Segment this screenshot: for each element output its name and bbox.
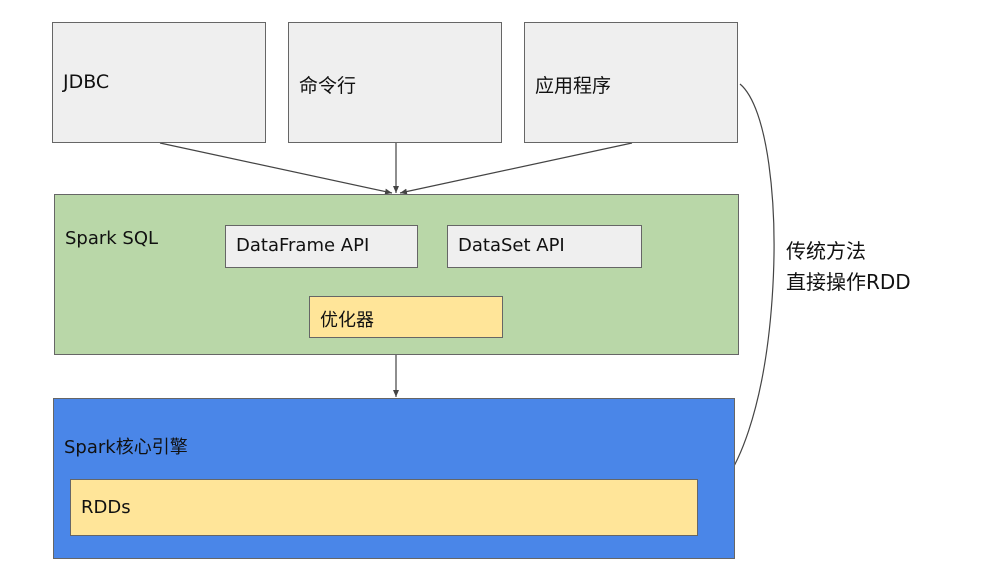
rdds-label: RDDs (81, 497, 131, 518)
dataset-api-box: DataSet API (447, 225, 642, 268)
client-box-application: 应用程序 (524, 22, 738, 143)
dataset-api-label: DataSet API (458, 235, 565, 256)
dataframe-api-label: DataFrame API (236, 235, 370, 256)
client-label-application: 应用程序 (535, 75, 612, 97)
client-label-jdbc: JDBC (63, 71, 110, 93)
spark-sql-layer: Spark SQL DataFrame API DataSet API 优化器 (54, 194, 739, 355)
direct-rdd-note-line2: 直接操作RDD (786, 270, 911, 294)
client-box-jdbc: JDBC (52, 22, 266, 143)
direct-rdd-note: 传统方法 直接操作RDD (786, 236, 911, 298)
arrow-app-to-spark-sql (399, 142, 633, 195)
spark-core-title: Spark核心引擎 (64, 437, 188, 458)
arrow-jdbc-to-spark-sql (159, 142, 393, 195)
dataframe-api-box: DataFrame API (225, 225, 418, 268)
spark-core-layer: Spark核心引擎 RDDs (53, 398, 735, 559)
optimizer-box: 优化器 (309, 296, 503, 338)
optimizer-label: 优化器 (320, 310, 374, 331)
direct-rdd-note-line1: 传统方法 (786, 239, 866, 263)
rdds-box: RDDs (70, 479, 698, 536)
client-box-cli: 命令行 (288, 22, 502, 143)
spark-sql-title: Spark SQL (65, 228, 159, 249)
client-label-cli: 命令行 (299, 75, 357, 97)
